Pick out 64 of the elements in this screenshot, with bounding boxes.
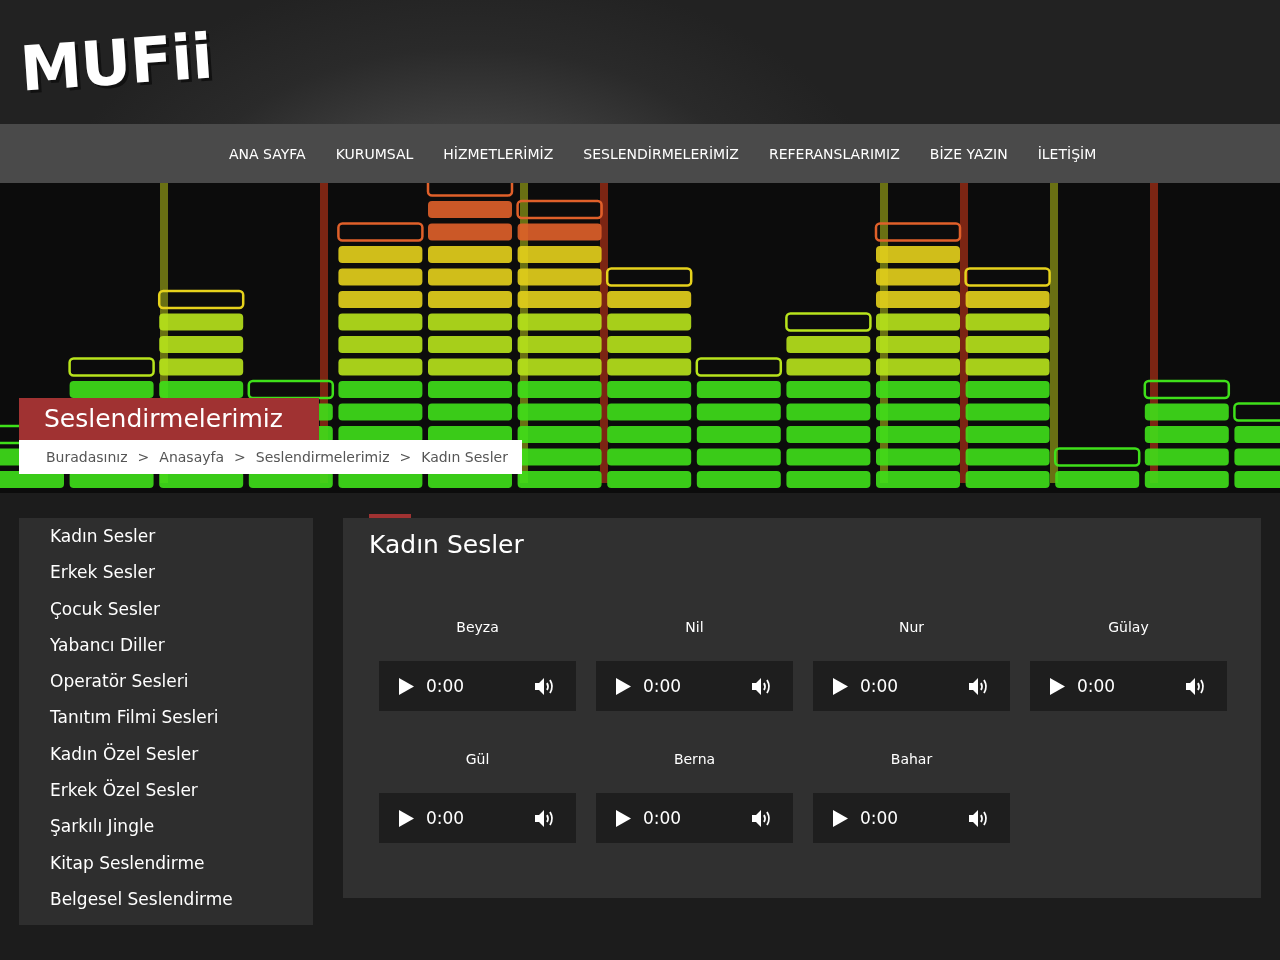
sidebar-item[interactable]: Kadın Sesler	[19, 521, 313, 558]
logo[interactable]: MUFii	[17, 18, 215, 106]
volume-icon[interactable]	[1186, 677, 1207, 695]
time-display: 0:00	[426, 808, 466, 828]
sidebar-item[interactable]: Kadın Özel Sesler	[19, 738, 313, 776]
section-title: Kadın Sesler	[369, 530, 525, 559]
volume-icon[interactable]	[535, 677, 556, 695]
play-icon[interactable]	[399, 677, 414, 695]
time-display: 0:00	[426, 676, 466, 696]
audio-player[interactable]: 0:00	[813, 661, 1010, 711]
volume-icon[interactable]	[969, 677, 990, 695]
volume-icon[interactable]	[752, 677, 773, 695]
sidebar-item[interactable]: Kitap Seslendirme	[19, 847, 313, 884]
breadcrumb-link[interactable]: Seslendirmelerimiz	[255, 449, 390, 465]
audio-player[interactable]: 0:00	[379, 793, 576, 843]
sidebar-item[interactable]: Erkek Özel Sesler	[19, 775, 313, 812]
play-icon[interactable]	[399, 809, 414, 827]
breadcrumb-label: Buradasınız	[46, 449, 128, 465]
breadcrumb-separator: >	[399, 449, 412, 465]
volume-icon[interactable]	[752, 809, 773, 827]
breadcrumb-link[interactable]: Kadın Sesler	[421, 449, 508, 465]
volume-icon[interactable]	[969, 809, 990, 827]
play-icon[interactable]	[833, 677, 848, 695]
time-display: 0:00	[643, 808, 683, 828]
nav-link[interactable]: KURUMSAL	[320, 145, 429, 162]
sidebar-item[interactable]: Operatör Sesleri	[19, 666, 313, 703]
voice-name: Bahar	[890, 751, 933, 767]
audio-player[interactable]: 0:00	[1030, 661, 1227, 711]
audio-player[interactable]: 0:00	[596, 661, 793, 711]
accent-bar	[369, 514, 411, 518]
sidebar-item[interactable]: Şarkılı Jingle	[19, 811, 313, 848]
play-icon[interactable]	[1050, 677, 1065, 695]
sidebar-item[interactable]: Yabancı Diller	[19, 629, 313, 667]
time-display: 0:00	[1077, 676, 1117, 696]
nav-link[interactable]: İLETİŞİM	[1022, 145, 1112, 162]
nav-link[interactable]: BİZE YAZIN	[914, 145, 1023, 162]
nav-link[interactable]: SESLENDİRMELERİMİZ	[568, 145, 754, 162]
nav-link[interactable]: HİZMETLERİMİZ	[428, 145, 569, 162]
nav-link[interactable]: REFERANSLARIMIZ	[753, 145, 915, 162]
sidebar-item[interactable]: Erkek Sesler	[19, 557, 313, 594]
voice-name: Nil	[685, 619, 704, 635]
sidebar-item[interactable]: Çocuk Sesler	[19, 593, 313, 630]
voice-name: Berna	[673, 751, 716, 767]
voice-name: Beyza	[456, 619, 499, 635]
breadcrumb-separator: >	[234, 449, 246, 465]
voice-name: Gülay	[1108, 619, 1149, 635]
play-icon[interactable]	[833, 809, 848, 827]
time-display: 0:00	[860, 676, 900, 696]
sidebar-item[interactable]: Belgesel Seslendirme	[19, 883, 313, 921]
audio-player[interactable]: 0:00	[379, 661, 576, 711]
volume-icon[interactable]	[535, 809, 556, 827]
voice-name: Gül	[465, 751, 490, 767]
play-icon[interactable]	[616, 809, 631, 827]
play-icon[interactable]	[616, 677, 631, 695]
breadcrumb-link[interactable]: Anasayfa	[159, 449, 224, 465]
time-display: 0:00	[643, 676, 683, 696]
breadcrumb-separator: >	[137, 449, 150, 465]
time-display: 0:00	[860, 808, 900, 828]
sidebar-item[interactable]: Tanıtım Filmi Sesleri	[19, 702, 313, 739]
audio-player[interactable]: 0:00	[813, 793, 1010, 843]
voice-name: Nur	[898, 619, 925, 635]
page-title: Seslendirmelerimiz	[19, 398, 319, 440]
nav-link[interactable]: ANA SAYFA	[214, 145, 321, 162]
audio-player[interactable]: 0:00	[596, 793, 793, 843]
